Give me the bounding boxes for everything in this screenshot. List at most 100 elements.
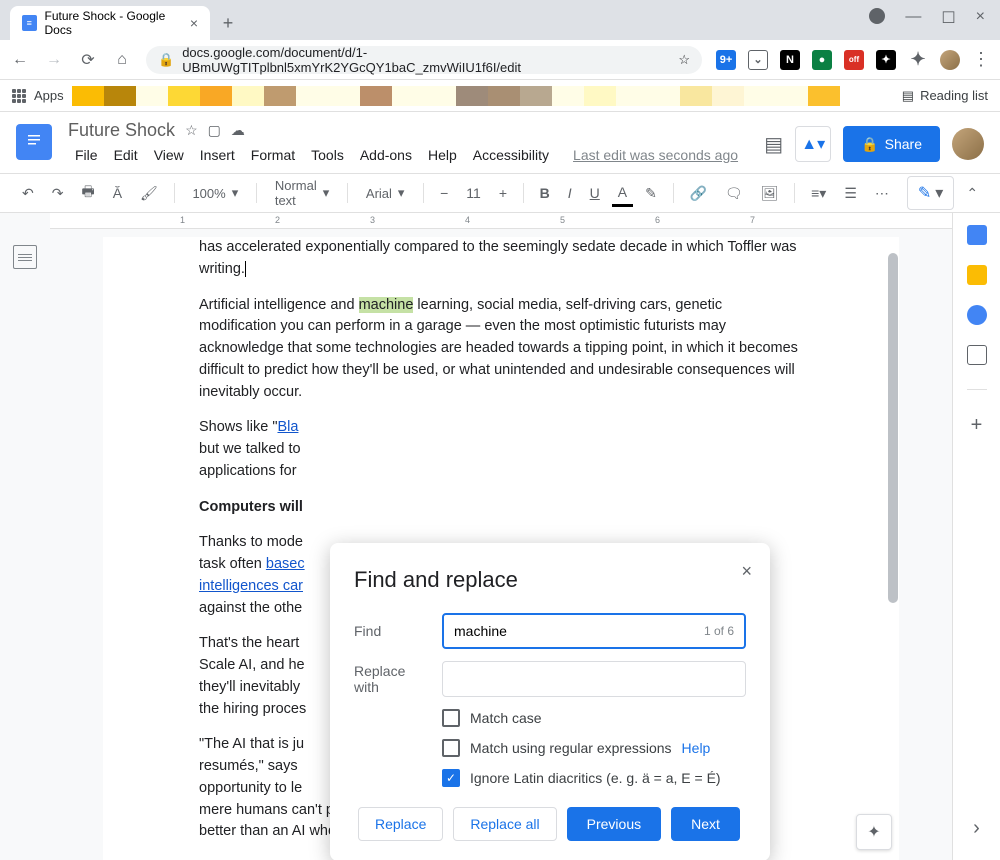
move-doc-icon[interactable]: ▢ (208, 122, 221, 139)
replace-input[interactable] (442, 661, 746, 697)
underline-icon[interactable]: U (584, 181, 606, 205)
reload-icon[interactable]: ⟳ (78, 50, 98, 70)
bookmark-folder[interactable] (552, 86, 584, 106)
align-icon[interactable]: ≡▾ (805, 181, 832, 206)
home-icon[interactable]: ⌂ (112, 51, 132, 69)
bookmark-folder[interactable] (72, 86, 104, 106)
diacritics-checkbox[interactable]: ✓ (442, 769, 460, 787)
bookmark-folder[interactable] (232, 86, 264, 106)
browser-tab[interactable]: ≡ Future Shock - Google Docs × (10, 6, 210, 40)
paint-format-icon[interactable]: 🖌 (134, 181, 164, 206)
profile-avatar-small[interactable] (940, 50, 960, 70)
reading-list-button[interactable]: ▤ Reading list (902, 88, 988, 104)
cloud-status-icon[interactable]: ☁ (231, 122, 245, 139)
bookmark-folder[interactable] (712, 86, 744, 106)
menu-help[interactable]: Help (421, 143, 464, 167)
extensions-icon[interactable]: ✦ (908, 50, 928, 70)
bookmark-folder[interactable] (200, 86, 232, 106)
ruler[interactable]: 1 2 3 4 5 6 7 (50, 213, 952, 229)
redo-icon[interactable]: ↷ (46, 181, 70, 206)
calendar-app-icon[interactable] (967, 225, 987, 245)
keep-app-icon[interactable] (967, 265, 987, 285)
add-app-icon[interactable]: + (971, 414, 983, 437)
comments-icon[interactable]: ▤ (764, 132, 783, 157)
outline-icon[interactable] (13, 245, 37, 269)
match-case-checkbox[interactable] (442, 709, 460, 727)
close-tab-icon[interactable]: × (190, 15, 198, 31)
menu-addons[interactable]: Add-ons (353, 143, 419, 167)
menu-view[interactable]: View (147, 143, 191, 167)
ext-icon-1[interactable]: 9+ (716, 50, 736, 70)
back-icon[interactable]: ← (10, 51, 30, 69)
docs-logo[interactable] (16, 124, 52, 160)
maximize-icon[interactable]: ☐ (941, 8, 955, 28)
collapse-sidebar-icon[interactable]: › (973, 817, 980, 840)
spellcheck-icon[interactable]: Ă (107, 181, 128, 205)
ext-icon-green[interactable]: ● (812, 50, 832, 70)
help-link[interactable]: Help (682, 740, 711, 756)
new-tab-button[interactable]: + (214, 9, 242, 37)
bold-icon[interactable]: B (534, 181, 556, 205)
menu-dots-icon[interactable]: ⋮ (972, 49, 990, 70)
replace-button[interactable]: Replace (358, 807, 443, 841)
font-size[interactable]: 11 (460, 181, 487, 205)
bookmark-folder[interactable] (424, 86, 456, 106)
link[interactable]: Bla (277, 419, 298, 435)
italic-icon[interactable]: I (562, 181, 578, 205)
last-edit-link[interactable]: Last edit was seconds ago (566, 143, 745, 167)
link-icon[interactable]: 🔗 (683, 181, 712, 206)
tasks-app-icon[interactable] (967, 305, 987, 325)
close-dialog-icon[interactable]: × (741, 561, 752, 582)
highlight-icon[interactable]: ✎ (639, 181, 663, 206)
bookmark-folder[interactable] (744, 86, 776, 106)
bookmark-folder[interactable] (392, 86, 424, 106)
bookmark-folder[interactable] (296, 86, 328, 106)
bookmark-folder[interactable] (616, 86, 648, 106)
menu-format[interactable]: Format (244, 143, 302, 167)
apps-grid-icon[interactable] (12, 89, 26, 103)
bookmark-folder[interactable] (104, 86, 136, 106)
regex-checkbox[interactable] (442, 739, 460, 757)
bookmark-folder[interactable] (680, 86, 712, 106)
ext-icon-off[interactable]: off (844, 50, 864, 70)
bookmark-folder[interactable] (456, 86, 488, 106)
apps-label[interactable]: Apps (34, 88, 64, 103)
menu-accessibility[interactable]: Accessibility (466, 143, 556, 167)
replace-all-button[interactable]: Replace all (453, 807, 556, 841)
menu-insert[interactable]: Insert (193, 143, 242, 167)
bookmark-folder[interactable] (520, 86, 552, 106)
url-input[interactable]: 🔒 docs.google.com/document/d/1-UBmUWgTIT… (146, 46, 702, 74)
font-select[interactable]: Arial▾ (358, 181, 414, 205)
line-spacing-icon[interactable]: ☰ (838, 181, 863, 206)
bookmark-folder[interactable] (808, 86, 840, 106)
close-window-icon[interactable]: × (976, 8, 985, 28)
bookmark-folder[interactable] (360, 86, 392, 106)
more-icon[interactable]: ⋯ (869, 181, 895, 206)
bookmark-folder[interactable] (264, 86, 296, 106)
collapse-icon[interactable]: ⌃ (960, 181, 984, 206)
zoom-select[interactable]: 100%▾ (184, 181, 246, 205)
previous-button[interactable]: Previous (567, 807, 661, 841)
star-icon[interactable]: ☆ (678, 52, 690, 68)
menu-tools[interactable]: Tools (304, 143, 351, 167)
font-size-decrease[interactable]: − (434, 181, 454, 205)
comment-icon[interactable]: 🗨 (719, 181, 749, 206)
print-icon[interactable]: 🖶 (75, 177, 100, 209)
ext-icon-black[interactable]: ✦ (876, 50, 896, 70)
star-doc-icon[interactable]: ☆ (185, 122, 198, 139)
next-button[interactable]: Next (671, 807, 740, 841)
menu-edit[interactable]: Edit (107, 143, 145, 167)
scrollbar[interactable] (888, 213, 900, 860)
explore-button[interactable]: ✦ (856, 814, 892, 850)
share-button[interactable]: 🔒 Share (843, 126, 940, 162)
style-select[interactable]: Normal text▾ (267, 174, 337, 212)
contacts-app-icon[interactable] (967, 345, 987, 365)
bookmark-folder[interactable] (328, 86, 360, 106)
present-button[interactable]: ▲▾ (795, 126, 831, 162)
link[interactable]: intelligences car (199, 578, 303, 594)
bookmark-folder[interactable] (776, 86, 808, 106)
link[interactable]: basec (266, 556, 305, 572)
document-title[interactable]: Future Shock (68, 120, 175, 141)
user-avatar[interactable] (952, 128, 984, 160)
editing-mode-button[interactable]: ✎▾ (907, 176, 954, 210)
